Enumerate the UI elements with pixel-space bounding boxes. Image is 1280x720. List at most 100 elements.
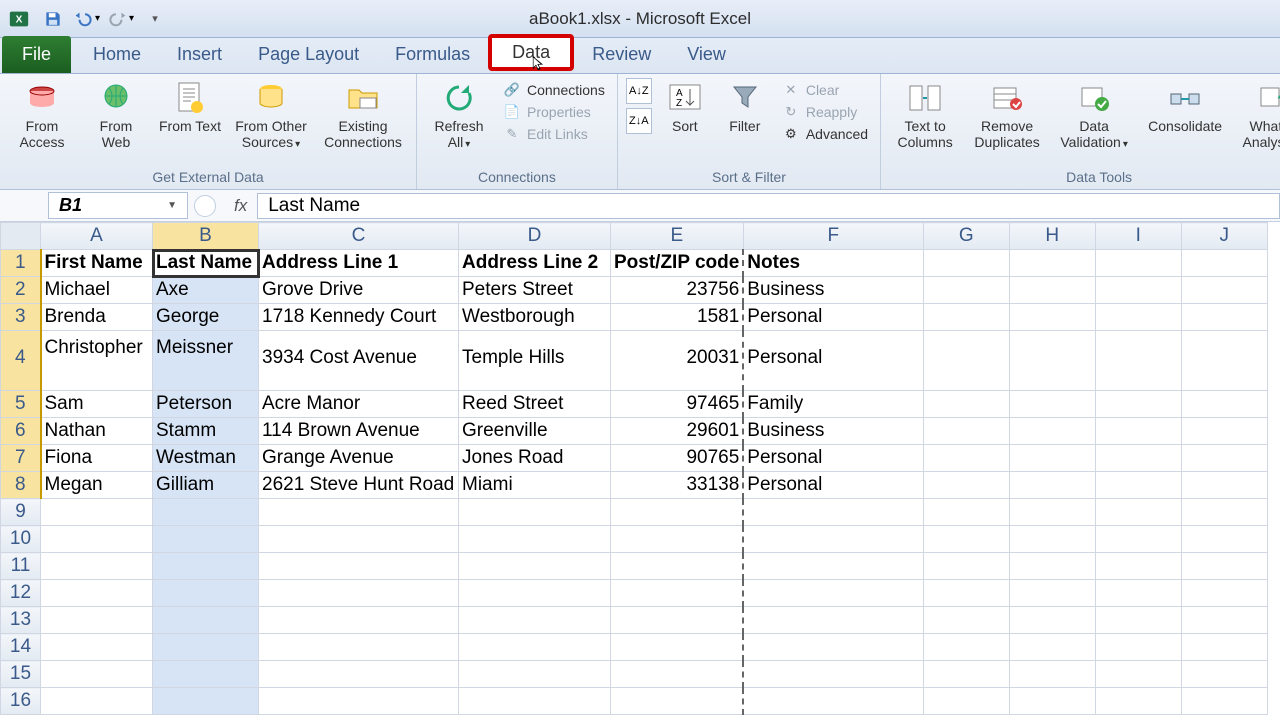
- cell-B15[interactable]: [153, 661, 259, 688]
- cell-D16[interactable]: [459, 688, 611, 715]
- cell-A6[interactable]: Nathan: [41, 418, 153, 445]
- cell-E6[interactable]: 29601: [611, 418, 744, 445]
- cell-I12[interactable]: [1095, 580, 1181, 607]
- cell-G13[interactable]: [923, 607, 1009, 634]
- col-header-E[interactable]: E: [611, 223, 744, 250]
- cell-G5[interactable]: [923, 391, 1009, 418]
- row-header-14[interactable]: 14: [1, 634, 41, 661]
- cell-F1[interactable]: Notes: [743, 250, 923, 277]
- cell-E16[interactable]: [611, 688, 744, 715]
- fx-label[interactable]: fx: [234, 196, 247, 216]
- cell-D1[interactable]: Address Line 2: [459, 250, 611, 277]
- row-header-2[interactable]: 2: [1, 277, 41, 304]
- cell-J11[interactable]: [1181, 553, 1267, 580]
- cell-I9[interactable]: [1095, 499, 1181, 526]
- tab-data[interactable]: Data: [488, 34, 574, 71]
- cell-E3[interactable]: 1581: [611, 304, 744, 331]
- cell-B13[interactable]: [153, 607, 259, 634]
- from-access-button[interactable]: From Access: [8, 78, 76, 152]
- cell-C9[interactable]: [259, 499, 459, 526]
- cell-H7[interactable]: [1009, 445, 1095, 472]
- cell-J9[interactable]: [1181, 499, 1267, 526]
- cell-G4[interactable]: [923, 331, 1009, 391]
- cell-J14[interactable]: [1181, 634, 1267, 661]
- cell-I11[interactable]: [1095, 553, 1181, 580]
- cell-J13[interactable]: [1181, 607, 1267, 634]
- cell-D8[interactable]: Miami: [459, 472, 611, 499]
- cell-D7[interactable]: Jones Road: [459, 445, 611, 472]
- cell-D9[interactable]: [459, 499, 611, 526]
- cell-E13[interactable]: [611, 607, 744, 634]
- cell-H15[interactable]: [1009, 661, 1095, 688]
- cell-E7[interactable]: 90765: [611, 445, 744, 472]
- undo-icon[interactable]: ▾: [74, 6, 100, 32]
- cell-I4[interactable]: [1095, 331, 1181, 391]
- consolidate-button[interactable]: Consolidate: [1141, 78, 1229, 136]
- cell-J16[interactable]: [1181, 688, 1267, 715]
- cell-F14[interactable]: [743, 634, 923, 661]
- what-if-button[interactable]: ? What-If Analysis▾: [1235, 78, 1280, 153]
- cell-D11[interactable]: [459, 553, 611, 580]
- row-header-6[interactable]: 6: [1, 418, 41, 445]
- cell-F2[interactable]: Business: [743, 277, 923, 304]
- cell-F7[interactable]: Personal: [743, 445, 923, 472]
- col-header-I[interactable]: I: [1095, 223, 1181, 250]
- cell-E9[interactable]: [611, 499, 744, 526]
- cell-G7[interactable]: [923, 445, 1009, 472]
- col-header-B[interactable]: B: [153, 223, 259, 250]
- cell-A12[interactable]: [41, 580, 153, 607]
- cell-B3[interactable]: George: [153, 304, 259, 331]
- cell-D12[interactable]: [459, 580, 611, 607]
- col-header-J[interactable]: J: [1181, 223, 1267, 250]
- cell-B14[interactable]: [153, 634, 259, 661]
- cell-B1[interactable]: Last Name: [153, 250, 259, 277]
- cell-A16[interactable]: [41, 688, 153, 715]
- cell-G9[interactable]: [923, 499, 1009, 526]
- cell-B16[interactable]: [153, 688, 259, 715]
- cell-C14[interactable]: [259, 634, 459, 661]
- save-icon[interactable]: [40, 6, 66, 32]
- cell-H13[interactable]: [1009, 607, 1095, 634]
- reapply-button[interactable]: ↻Reapply: [778, 102, 872, 122]
- sort-button[interactable]: AZ Sort: [658, 78, 712, 136]
- cell-H16[interactable]: [1009, 688, 1095, 715]
- cell-I14[interactable]: [1095, 634, 1181, 661]
- from-text-button[interactable]: From Text: [156, 78, 224, 136]
- cell-B10[interactable]: [153, 526, 259, 553]
- row-header-12[interactable]: 12: [1, 580, 41, 607]
- cell-H12[interactable]: [1009, 580, 1095, 607]
- cell-A2[interactable]: Michael: [41, 277, 153, 304]
- row-header-5[interactable]: 5: [1, 391, 41, 418]
- clear-button[interactable]: ✕Clear: [778, 80, 872, 100]
- cell-A15[interactable]: [41, 661, 153, 688]
- col-header-F[interactable]: F: [743, 223, 923, 250]
- col-header-H[interactable]: H: [1009, 223, 1095, 250]
- cell-D3[interactable]: Westborough: [459, 304, 611, 331]
- cell-C6[interactable]: 114 Brown Avenue: [259, 418, 459, 445]
- existing-connections-button[interactable]: Existing Connections: [318, 78, 408, 152]
- cell-J5[interactable]: [1181, 391, 1267, 418]
- cell-F8[interactable]: Personal: [743, 472, 923, 499]
- cell-H4[interactable]: [1009, 331, 1095, 391]
- row-header-8[interactable]: 8: [1, 472, 41, 499]
- cell-J3[interactable]: [1181, 304, 1267, 331]
- cell-I5[interactable]: [1095, 391, 1181, 418]
- cell-C5[interactable]: Acre Manor: [259, 391, 459, 418]
- row-header-13[interactable]: 13: [1, 607, 41, 634]
- cell-E14[interactable]: [611, 634, 744, 661]
- cell-C13[interactable]: [259, 607, 459, 634]
- cell-I3[interactable]: [1095, 304, 1181, 331]
- cell-J4[interactable]: [1181, 331, 1267, 391]
- cell-B8[interactable]: Gilliam: [153, 472, 259, 499]
- cell-I7[interactable]: [1095, 445, 1181, 472]
- cell-E15[interactable]: [611, 661, 744, 688]
- cell-F3[interactable]: Personal: [743, 304, 923, 331]
- row-header-16[interactable]: 16: [1, 688, 41, 715]
- cell-G2[interactable]: [923, 277, 1009, 304]
- cell-H5[interactable]: [1009, 391, 1095, 418]
- text-to-columns-button[interactable]: Text to Columns: [889, 78, 961, 152]
- worksheet[interactable]: ABCDEFGHIJ1First NameLast NameAddress Li…: [0, 222, 1280, 715]
- cell-F9[interactable]: [743, 499, 923, 526]
- redo-icon[interactable]: ▾: [108, 6, 134, 32]
- cell-I2[interactable]: [1095, 277, 1181, 304]
